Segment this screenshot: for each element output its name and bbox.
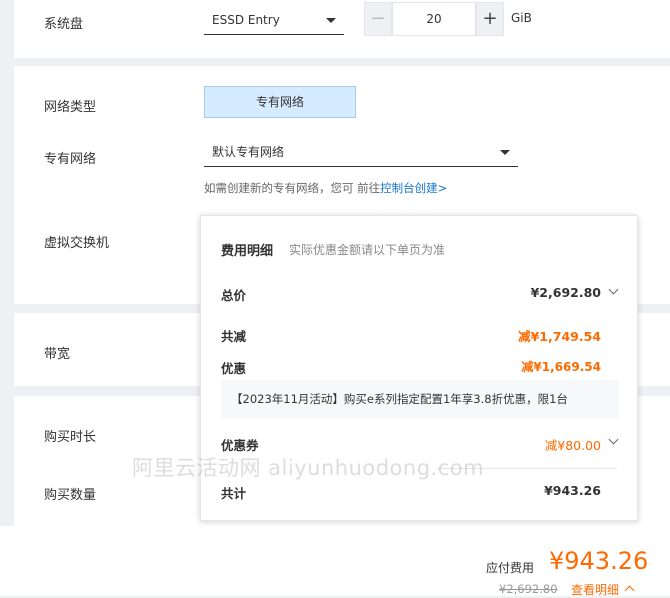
chevron-down-icon[interactable] [608, 434, 619, 445]
decrement-button[interactable]: − [364, 2, 392, 36]
original-price: ¥2,692.80 [499, 582, 558, 596]
promo-detail: 【2023年11月活动】购买e系列指定配置1年享3.8折优惠，限1台 [221, 380, 619, 418]
total-value: ¥2,692.80 [530, 285, 601, 300]
popup-subtitle: 实际优惠金额请以下单页为准 [289, 243, 446, 257]
console-create-link[interactable]: 控制台创建> [380, 181, 447, 195]
disk-size-input[interactable]: 20 [392, 2, 476, 36]
vpc-select[interactable]: 默认专有网络 [204, 137, 518, 167]
vpc-hint: 如需创建新的专有网络，您可 前往控制台创建> [204, 180, 447, 196]
payable-amount: ¥943.26 [549, 547, 649, 575]
chevron-down-icon [500, 150, 510, 155]
total-label: 总价 [221, 288, 247, 303]
discount-value: 减¥1,669.54 [521, 360, 601, 374]
payable-label: 应付费用 [486, 561, 535, 575]
vswitch-label: 虚拟交换机 [44, 236, 110, 251]
disk-type-value: ESSD Entry [212, 13, 280, 27]
chevron-down-icon[interactable] [608, 284, 619, 295]
discount-label: 优惠 [221, 361, 247, 376]
disk-type-select[interactable]: ESSD Entry [204, 5, 344, 35]
view-detail-link[interactable]: 查看明细 [571, 581, 619, 598]
watermark: 阿里云活动网 aliyunhuodong.com [132, 456, 485, 480]
sum-value: ¥943.26 [544, 483, 601, 498]
sum-label: 共计 [221, 486, 247, 501]
duration-label: 购买时长 [44, 430, 97, 445]
vpc-label: 专有网络 [44, 152, 97, 167]
vpc-value: 默认专有网络 [212, 145, 285, 159]
chevron-down-icon [326, 18, 336, 23]
reduction-label: 共减 [221, 329, 247, 344]
disk-size-stepper[interactable]: − 20 + [364, 2, 504, 36]
network-type-label: 网络类型 [44, 100, 97, 115]
popup-title: 费用明细 [221, 244, 274, 259]
bandwidth-label: 带宽 [44, 347, 71, 362]
increment-button[interactable]: + [476, 2, 504, 36]
disk-unit-label: GiB [511, 11, 532, 25]
vpc-hint-text: 如需创建新的专有网络，您可 前往 [204, 181, 381, 195]
reduction-value: 减¥1,749.54 [518, 329, 601, 344]
network-type-option-vpc[interactable]: 专有网络 [204, 86, 356, 118]
quantity-label: 购买数量 [44, 488, 97, 503]
system-disk-label: 系统盘 [44, 17, 84, 32]
coupon-value: 减¥80.00 [544, 438, 601, 453]
